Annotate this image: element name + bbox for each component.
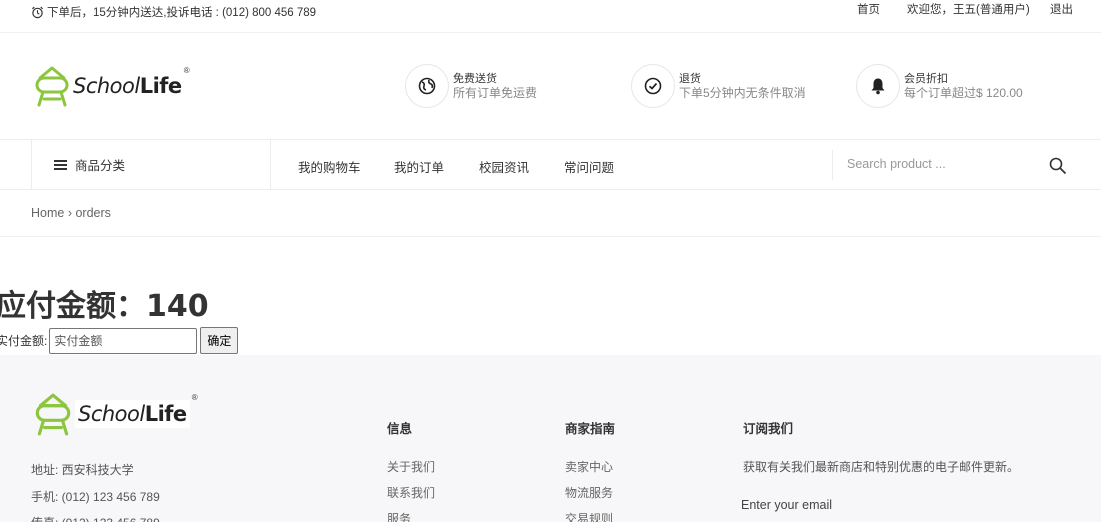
footer-subscribe-title: 订阅我们 [743, 422, 794, 436]
footer-link-seller-center[interactable]: 卖家中心 [565, 458, 613, 475]
feature-member-discount: 会员折扣 每个订单超过$ 120.00 [856, 64, 1023, 108]
footer-logo[interactable]: SchoolLife ® [31, 391, 198, 437]
top-notice-text: 下单后，15分钟内送达,投诉电话 : (012) 800 456 789 [47, 7, 317, 19]
breadcrumb-current: orders [75, 206, 111, 220]
nav-link-campus-news[interactable]: 校园资讯 [479, 157, 529, 176]
category-menu-button[interactable]: 商品分类 [31, 140, 271, 189]
feature-title: 免费送货 [453, 72, 497, 85]
footer-address: 地址: 西安科技大学 [31, 463, 134, 477]
feature-desc: 下单5分钟内无条件取消 [679, 85, 806, 100]
logo-text: SchoolLife [73, 74, 182, 98]
breadcrumb: Home › orders [31, 206, 111, 220]
logo-registered-mark: ® [183, 66, 190, 75]
nav-link-orders[interactable]: 我的订单 [394, 157, 444, 176]
feature-desc: 每个订单超过$ 120.00 [904, 85, 1023, 100]
alarm-clock-icon [31, 6, 44, 18]
feature-desc: 所有订单免运费 [453, 85, 538, 100]
search-input[interactable] [847, 152, 1037, 176]
top-bar: 下单后，15分钟内送达,投诉电话 : (012) 800 456 789 首页 … [0, 0, 1101, 22]
footer-link-contact[interactable]: 联系我们 [387, 484, 435, 501]
paid-amount-label: 实付金额: [0, 334, 48, 348]
top-link-home[interactable]: 首页 [857, 1, 880, 17]
footer-phone: 手机: (012) 123 456 789 [31, 490, 160, 504]
footer-link-about[interactable]: 关于我们 [387, 458, 435, 475]
logo-text: SchoolLife [75, 400, 190, 428]
top-notice: 下单后，15分钟内送达,投诉电话 : (012) 800 456 789 [31, 4, 316, 20]
feature-icon-circle [631, 64, 675, 108]
nav-link-cart[interactable]: 我的购物车 [298, 157, 361, 176]
nav-divider-bottom [0, 189, 1101, 190]
hamburger-icon [54, 158, 67, 172]
footer-merchant-title: 商家指南 [565, 422, 616, 436]
breadcrumb-separator: › [67, 206, 72, 220]
amount-due-heading: 应付金额：140 [0, 289, 209, 324]
feature-returns: 退货 下单5分钟内无条件取消 [631, 64, 806, 108]
confirm-button[interactable]: 确定 [200, 327, 239, 354]
feature-title: 退货 [679, 72, 701, 85]
logo-registered-mark: ® [191, 393, 198, 402]
feature-title: 会员折扣 [904, 72, 948, 85]
breadcrumb-divider [0, 236, 1101, 237]
header-logo[interactable]: SchoolLife ® [31, 64, 190, 108]
bell-icon [871, 78, 885, 95]
check-circle-icon [644, 77, 662, 95]
footer-info-title: 信息 [387, 422, 413, 436]
search-box [832, 150, 1072, 180]
top-link-welcome-user[interactable]: 欢迎您，王五(普通用户) [907, 1, 1030, 17]
footer-link-logistics[interactable]: 物流服务 [565, 484, 613, 501]
breadcrumb-home[interactable]: Home [31, 206, 64, 220]
feature-icon-circle [856, 64, 900, 108]
category-menu-label: 商品分类 [75, 159, 126, 173]
paid-amount-input[interactable] [49, 327, 198, 354]
schoollife-logo-icon [35, 393, 71, 436]
footer-link-trade-rules[interactable]: 交易规则 [565, 510, 613, 522]
feature-icon-circle [405, 64, 449, 108]
globe-icon [418, 77, 436, 95]
feature-free-shipping: 免费送货 所有订单免运费 [405, 64, 537, 108]
footer-fax: 传真: (012) 123 456 789 [31, 514, 160, 522]
search-icon[interactable] [1049, 157, 1067, 175]
subscribe-email-input[interactable] [741, 494, 941, 516]
schoollife-logo-icon [35, 66, 69, 107]
footer-link-service[interactable]: 服务 [387, 510, 411, 522]
top-divider [0, 32, 1101, 33]
payment-form: 实付金额: 确定 [0, 327, 239, 354]
nav-link-faq[interactable]: 常问问题 [564, 157, 614, 176]
top-link-logout[interactable]: 退出 [1050, 1, 1073, 17]
footer-subscribe-text: 获取有关我们最新商店和特别优惠的电子邮件更新。 [743, 460, 1020, 474]
